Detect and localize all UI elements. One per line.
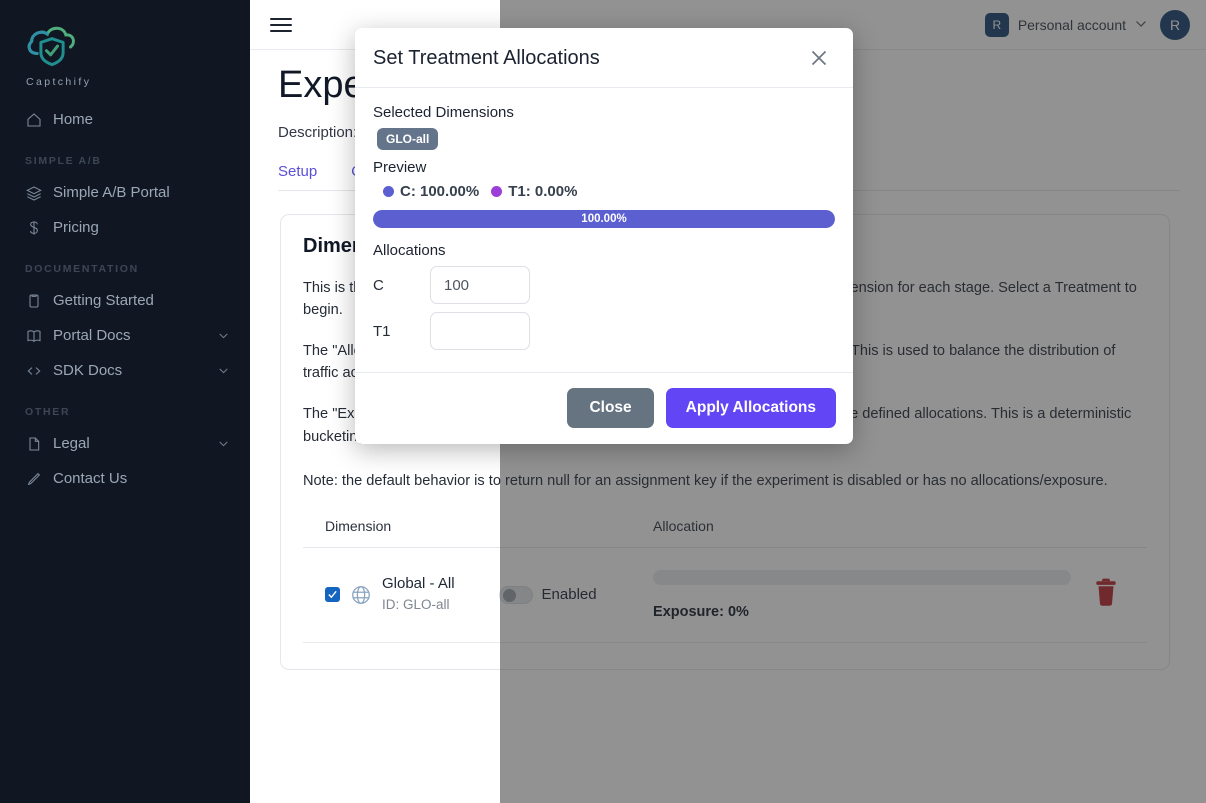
sidebar-item-simple-ab-portal[interactable]: Simple A/B Portal bbox=[0, 175, 250, 210]
sidebar-item-home[interactable]: Home bbox=[0, 102, 250, 137]
allocation-inputs: C T1 bbox=[373, 266, 835, 350]
legend-label-t1: T1: 0.00% bbox=[508, 183, 578, 200]
sidebar-section-simple-ab: SIMPLE A/B bbox=[25, 155, 102, 167]
progress-fill: 100.00% bbox=[373, 210, 835, 228]
preview-label: Preview bbox=[373, 159, 427, 176]
sidebar-item-label: Simple A/B Portal bbox=[53, 184, 170, 201]
modal-header: Set Treatment Allocations bbox=[355, 28, 853, 88]
close-icon[interactable] bbox=[807, 46, 831, 70]
sidebar-item-label: Pricing bbox=[53, 219, 99, 236]
sidebar-item-sdk-docs[interactable]: SDK Docs bbox=[0, 353, 250, 388]
legend-item-t1: T1: 0.00% bbox=[491, 183, 577, 200]
chevron-down-icon[interactable] bbox=[217, 437, 230, 450]
allocation-row-t1: T1 bbox=[373, 312, 835, 350]
modal-title: Set Treatment Allocations bbox=[373, 46, 600, 69]
allocation-key-c: C bbox=[373, 276, 384, 294]
pencil-icon bbox=[25, 470, 42, 487]
set-treatment-allocations-modal: Set Treatment Allocations Selected Dimen… bbox=[355, 28, 853, 444]
allocation-row-c: C bbox=[373, 266, 835, 304]
layers-icon bbox=[25, 184, 42, 201]
dimension-id: ID: GLO-all bbox=[382, 596, 450, 612]
brand-name: Captchify bbox=[26, 76, 92, 88]
dimension-names: Global - All ID: GLO-all bbox=[382, 574, 455, 616]
sidebar-item-pricing[interactable]: Pricing bbox=[0, 210, 250, 245]
book-icon bbox=[25, 327, 42, 344]
allocation-key-t1: T1 bbox=[373, 322, 391, 340]
selected-dimensions-label: Selected Dimensions bbox=[373, 104, 514, 121]
modal-body: Selected Dimensions GLO-all Preview C: 1… bbox=[355, 88, 853, 372]
preview-progress-bar: 100.00% bbox=[373, 210, 835, 228]
document-icon bbox=[25, 435, 42, 452]
hamburger-icon[interactable] bbox=[266, 14, 292, 36]
tab-setup[interactable]: Setup bbox=[278, 163, 317, 190]
sidebar-item-label: Portal Docs bbox=[53, 327, 131, 344]
chevron-down-icon[interactable] bbox=[217, 364, 230, 377]
preview-legend: C: 100.00% T1: 0.00% bbox=[383, 183, 835, 200]
modal-footer: Close Apply Allocations bbox=[355, 372, 853, 444]
allocation-input-t1[interactable] bbox=[430, 312, 530, 350]
sidebar-item-contact-us[interactable]: Contact Us bbox=[0, 461, 250, 496]
selected-dimensions-list: GLO-all bbox=[373, 128, 835, 150]
sidebar: Captchify Home SIMPLE A/B Simple A/B Por… bbox=[0, 0, 250, 803]
clipboard-icon bbox=[25, 292, 42, 309]
captchify-cloud-shield-logo bbox=[27, 26, 75, 67]
legend-dot-t1 bbox=[491, 186, 503, 197]
brand[interactable]: Captchify bbox=[0, 14, 250, 102]
code-icon bbox=[25, 362, 42, 379]
legend-label-c: C: 100.00% bbox=[400, 183, 480, 200]
home-icon bbox=[25, 111, 42, 128]
sidebar-item-portal-docs[interactable]: Portal Docs bbox=[0, 318, 250, 353]
dollar-icon bbox=[25, 219, 42, 236]
legend-item-c: C: 100.00% bbox=[383, 183, 479, 200]
chevron-down-icon[interactable] bbox=[217, 329, 230, 342]
sidebar-item-label: Getting Started bbox=[53, 292, 154, 309]
sidebar-item-label: SDK Docs bbox=[53, 362, 123, 379]
apply-allocations-button[interactable]: Apply Allocations bbox=[665, 388, 836, 428]
globe-icon bbox=[350, 584, 372, 606]
legend-dot-c bbox=[383, 186, 394, 197]
sidebar-item-label: Contact Us bbox=[53, 470, 128, 487]
sidebar-item-label: Legal bbox=[53, 435, 90, 452]
sidebar-item-label: Home bbox=[53, 111, 94, 128]
sidebar-item-getting-started[interactable]: Getting Started bbox=[0, 283, 250, 318]
allocations-label: Allocations bbox=[373, 242, 446, 259]
sidebar-section-other: OTHER bbox=[25, 406, 71, 418]
row-checkbox[interactable] bbox=[325, 587, 340, 603]
allocation-input-c[interactable] bbox=[430, 266, 530, 304]
dimension-name: Global - All bbox=[382, 575, 455, 593]
sidebar-item-legal[interactable]: Legal bbox=[0, 426, 250, 461]
sidebar-section-documentation: DOCUMENTATION bbox=[25, 263, 139, 275]
app-root: Captchify Home SIMPLE A/B Simple A/B Por… bbox=[0, 0, 1206, 803]
dimension-badge[interactable]: GLO-all bbox=[377, 128, 439, 150]
close-button[interactable]: Close bbox=[567, 388, 654, 428]
